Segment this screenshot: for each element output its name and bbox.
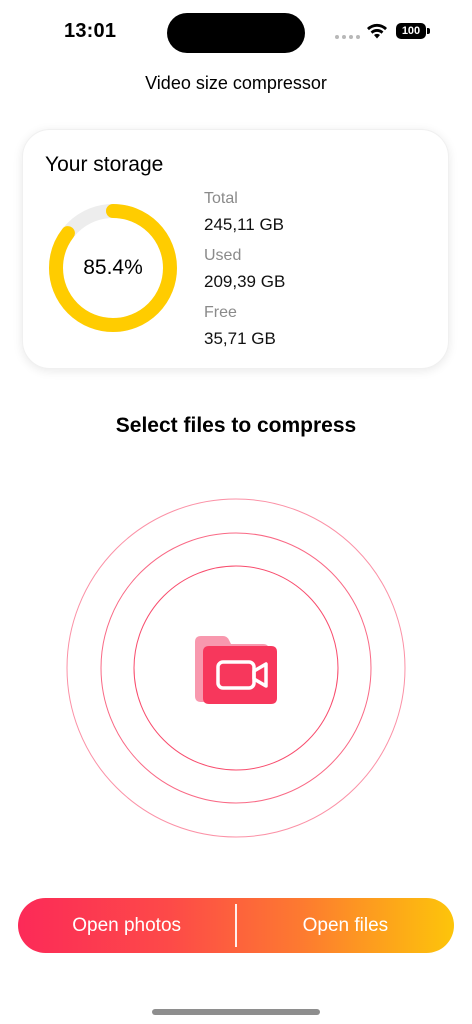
wifi-icon <box>367 23 387 39</box>
free-label: Free <box>204 304 237 321</box>
action-bar: Open photos Open files <box>18 898 454 953</box>
cellular-signal-icon <box>335 35 360 39</box>
storage-used-percent: 85.4% <box>83 256 143 279</box>
home-indicator[interactable] <box>152 1009 320 1015</box>
open-photos-button[interactable]: Open photos <box>18 898 235 953</box>
storage-title: Your storage <box>45 153 164 176</box>
used-value: 209,39 GB <box>204 272 286 291</box>
free-value: 35,71 GB <box>204 329 276 348</box>
used-label: Used <box>204 247 242 264</box>
total-label: Total <box>204 190 238 207</box>
status-time: 13:01 <box>64 20 117 42</box>
battery-tip <box>427 28 430 34</box>
total-value: 245,11 GB <box>204 215 285 234</box>
storage-card: Your storage 85.4% Total 245,11 GB Used … <box>22 129 449 369</box>
page-title: Video size compressor <box>145 73 327 93</box>
select-files-heading: Select files to compress <box>115 414 357 437</box>
dynamic-island <box>167 13 305 53</box>
video-folder-icon[interactable] <box>193 636 277 704</box>
open-files-button[interactable]: Open files <box>237 898 454 953</box>
status-bar: 13:01 100 <box>0 0 472 62</box>
battery-indicator: 100 <box>396 23 426 39</box>
